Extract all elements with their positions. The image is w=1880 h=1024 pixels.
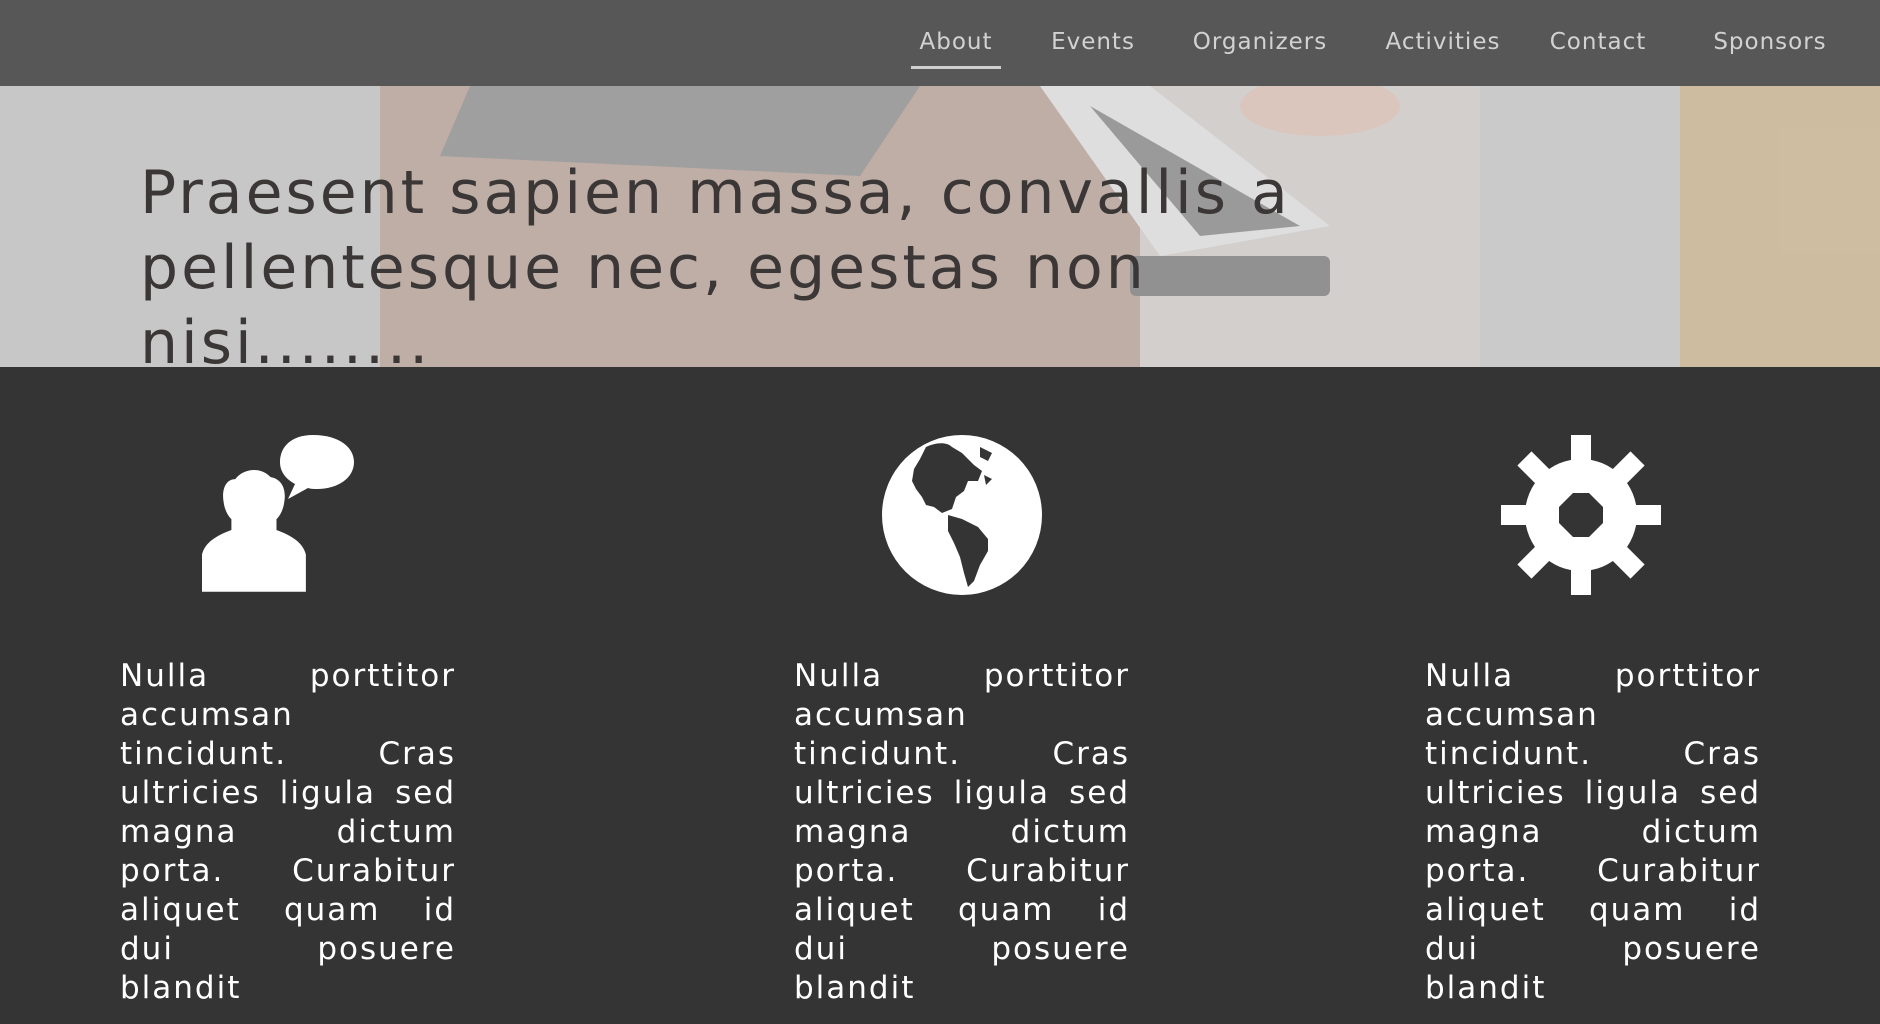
hero-title-line-1: Praesent sapien massa, convallis a [140, 158, 1291, 228]
nav-item-organizers[interactable]: Organizers [1190, 22, 1330, 62]
hero-title: Praesent sapien massa, convallis a pelle… [140, 156, 1440, 367]
feature-text: Nulla porttitor accumsan tincidunt. Cras… [120, 658, 456, 1006]
globe-icon [882, 435, 1042, 595]
nav-item-contact[interactable]: Contact [1548, 22, 1648, 62]
hero-title-line-2: pellentesque nec, egestas non nisi......… [140, 233, 1147, 367]
person-speech-icon [202, 435, 354, 592]
gear-icon [1501, 435, 1661, 595]
nav-item-activities[interactable]: Activities [1382, 22, 1504, 62]
nav-item-sponsors[interactable]: Sponsors [1710, 22, 1830, 62]
feature-text: Nulla porttitor accumsan tincidunt. Cras… [1425, 658, 1761, 1006]
hero-banner: Praesent sapien massa, convallis a pelle… [0, 86, 1880, 367]
features-section: Nulla porttitor accumsan tincidunt. Cras… [0, 367, 1880, 1024]
nav-item-events[interactable]: Events [1047, 22, 1139, 62]
top-navbar: About Events Organizers Activities Conta… [0, 0, 1880, 86]
feature-text: Nulla porttitor accumsan tincidunt. Cras… [794, 658, 1130, 1006]
nav-item-about[interactable]: About [911, 22, 1001, 69]
